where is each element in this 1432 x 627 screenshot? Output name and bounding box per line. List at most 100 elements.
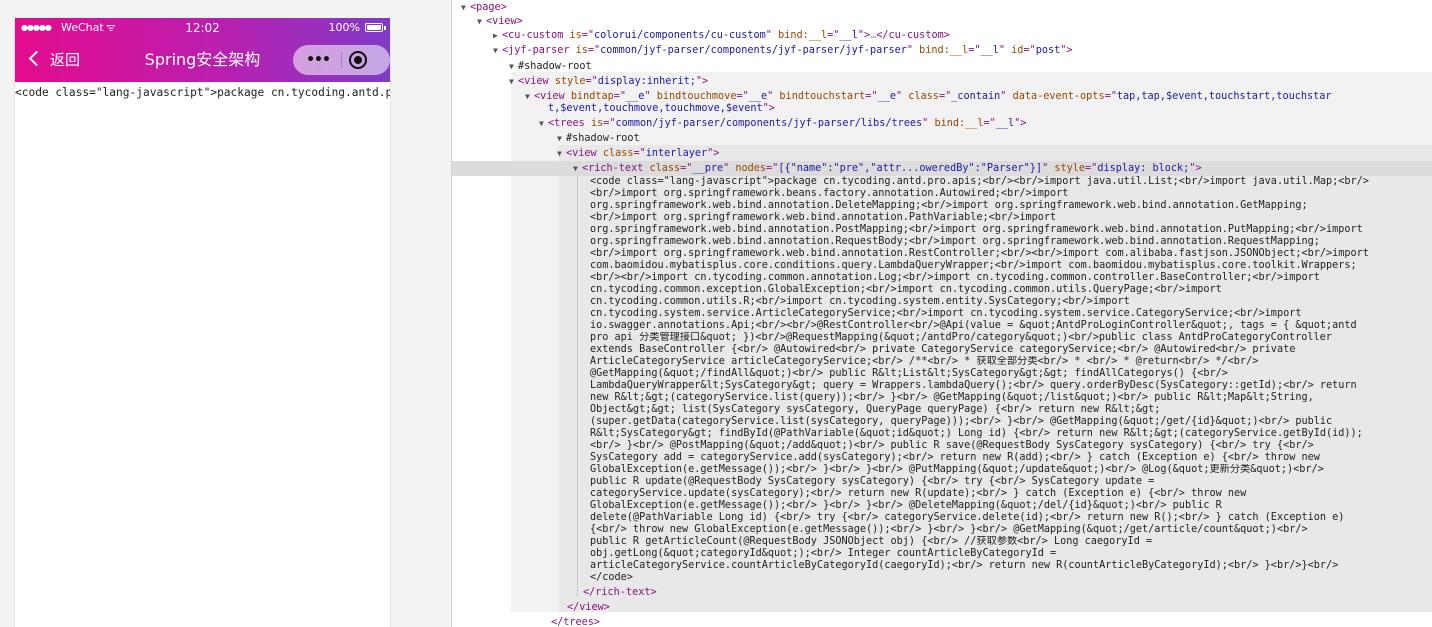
- code-text-line: <code class="lang-javascript">package cn…: [590, 176, 1369, 187]
- node-token: <cu-custom: [502, 30, 570, 41]
- dom-tree-node[interactable]: ▶ <cu-custom is="colorui/components/cu-cu…: [452, 28, 1432, 43]
- node-token: ": [765, 30, 779, 41]
- node-token: __l: [839, 30, 858, 41]
- node-token: [{"name":"pre","attr...oweredBy":"Parser…: [778, 163, 1043, 174]
- node-token: =": [766, 163, 779, 174]
- node-token: <trees: [548, 118, 591, 129]
- dom-tree-node[interactable]: ▼ <jyf-parser is="common/jyf-parser/compo…: [452, 43, 1432, 58]
- dom-tree-node[interactable]: ▼ <view class="interlayer">: [452, 146, 1432, 161]
- collapse-triangle-icon[interactable]: ▼: [557, 131, 566, 146]
- node-token: __pre: [692, 163, 724, 174]
- node-token: style: [1054, 163, 1086, 174]
- collapse-triangle-icon[interactable]: ▼: [509, 74, 518, 89]
- node-token: ": [922, 118, 935, 129]
- code-text-line: articleCategoryService.countArticleByCat…: [590, 560, 1339, 571]
- code-text-line: org.springframework.web.bind.annotation.…: [590, 224, 1363, 235]
- code-text-line: SysCategory add = categoryService.add(sy…: [590, 452, 1320, 463]
- closing-tag: </view>: [567, 602, 610, 613]
- node-token: =": [585, 76, 598, 87]
- dom-tree-node[interactable]: t,$event,touchmove,touchmove,$event">: [452, 101, 1432, 116]
- code-text-line: GlobalException(e.getMessage());<br/> }<…: [590, 500, 1222, 511]
- dom-tree-node[interactable]: ▼ <trees is="common/jyf-parser/components…: [452, 116, 1432, 131]
- nav-bar: 返回 Spring安全架构 •••: [15, 38, 390, 82]
- collapse-triangle-icon[interactable]: ▼: [493, 43, 502, 58]
- collapse-triangle-icon[interactable]: ▼: [539, 116, 548, 131]
- collapse-triangle-icon[interactable]: ▼: [477, 14, 486, 29]
- code-text-line: new R&lt;&gt;(categoryService.list(query…: [590, 392, 1314, 403]
- node-token: ": [723, 163, 736, 174]
- code-text-line: public R update(@RequestBody SysCategory…: [590, 476, 1155, 487]
- node-token: bind:__l: [778, 30, 828, 41]
- dom-tree-node[interactable]: ▼ <view style="display:inherit;">: [452, 74, 1432, 89]
- code-text-line: org.springframework.web.bind.annotation.…: [590, 200, 1308, 211]
- code-text-line: {<br/> throw new GlobalException(e.getMe…: [590, 524, 1308, 535]
- node-token: common/jyf-parser/components/jyf-parser/…: [600, 45, 907, 56]
- more-icon[interactable]: •••: [305, 45, 331, 75]
- closing-tag: </trees>: [551, 617, 601, 627]
- collapse-triangle-icon[interactable]: ▼: [509, 59, 518, 74]
- battery-icon: [365, 23, 383, 32]
- closing-tag-row[interactable]: </rich-text>: [452, 585, 1432, 600]
- dom-tree-node[interactable]: ▼ #shadow-root: [452, 59, 1432, 74]
- node-token: post: [1035, 45, 1061, 56]
- closing-tag: </rich-text>: [583, 587, 657, 598]
- node-token: <rich-text: [582, 163, 650, 174]
- closing-tag-row[interactable]: </trees>: [452, 615, 1432, 627]
- code-text-line: extends BaseController {<br/> @Autowired…: [590, 344, 1296, 355]
- node-token: nodes: [735, 163, 767, 174]
- dom-tree-node[interactable]: ▼ #shadow-root: [452, 131, 1432, 146]
- node-token: ">: [1189, 163, 1202, 174]
- node-token: <view: [566, 148, 603, 159]
- dom-tree-node[interactable]: ▼ <page>: [452, 0, 1432, 15]
- code-text-line: GlobalException(e.getMessage());<br/> }<…: [590, 464, 1324, 475]
- close-target-icon[interactable]: [349, 51, 367, 69]
- code-text-line: </code>: [590, 572, 633, 583]
- back-button[interactable]: 返回: [25, 46, 80, 74]
- expand-triangle-icon[interactable]: ▶: [493, 28, 502, 43]
- code-text-line: <br/>import org.springframework.beans.fa…: [590, 188, 1069, 199]
- node-token: style: [554, 76, 586, 87]
- target-dot: [354, 56, 362, 64]
- node-token: =": [587, 45, 601, 56]
- code-text-line: R&lt;SysCategory&gt; findById(@PathVaria…: [590, 428, 1363, 439]
- devtools-elements-panel: ▼ <page> ▼ <view> ▶ <cu-custom is="colorui/co…: [452, 0, 1432, 627]
- battery-percentage: 100%: [328, 21, 360, 34]
- code-text-line: delete(@PathVariable Long id) {<br/> try…: [590, 512, 1345, 523]
- collapse-triangle-icon[interactable]: ▼: [573, 161, 582, 176]
- code-text-line: <br/>import org.springframework.web.bind…: [590, 212, 1057, 223]
- node-token: ">: [1014, 118, 1027, 129]
- code-text-line: Object&gt;&gt; list(SysCategory sysCateg…: [590, 404, 1161, 415]
- chevron-left-icon: [28, 50, 45, 67]
- status-bar: ●●●●● WeChat ᯤ 12:02 100%: [15, 18, 390, 38]
- node-token: ": [1042, 163, 1055, 174]
- node-token: ": [906, 45, 920, 56]
- closing-tag-row[interactable]: </view>: [452, 600, 1432, 615]
- node-token: colorui/components/cu-custom: [594, 30, 766, 41]
- code-text-line: <br/>import org.springframework.web.bind…: [590, 248, 1369, 259]
- node-token: =": [968, 45, 981, 56]
- node-token: =": [603, 118, 616, 129]
- code-text-line: cn.tycoding.common.exception.GlobalExcep…: [590, 284, 1222, 295]
- node-token: t,$event,touchmove,touchmove,$event: [548, 103, 763, 114]
- dom-tree-node[interactable]: ▼ <rich-text class="__pre" nodes="[{"name…: [452, 161, 1432, 176]
- node-token: ">: [695, 76, 709, 87]
- node-token: =": [827, 30, 840, 41]
- node-token: <jyf-parser: [502, 45, 576, 56]
- code-text-line: LambdaQueryWrapper&lt;SysCategory&gt; qu…: [590, 380, 1357, 391]
- node-token: ": [998, 45, 1012, 56]
- node-token: <view: [518, 76, 555, 87]
- page-title: Spring安全架构: [144, 50, 261, 69]
- node-token: class: [602, 148, 634, 159]
- node-token: =": [633, 148, 646, 159]
- node-token: #shadow-root: [566, 133, 640, 144]
- mini-program-capsule: •••: [293, 45, 390, 75]
- back-button-label: 返回: [50, 51, 81, 69]
- node-token: is: [575, 45, 588, 56]
- dom-tree-node[interactable]: ▼ <view>: [452, 14, 1432, 29]
- node-token: ">: [857, 30, 871, 41]
- collapse-triangle-icon[interactable]: ▼: [461, 0, 470, 15]
- battery-fill: [367, 25, 381, 30]
- node-token: ">: [1060, 45, 1073, 56]
- collapse-triangle-icon[interactable]: ▼: [557, 146, 566, 161]
- node-token: display: block;: [1097, 163, 1190, 174]
